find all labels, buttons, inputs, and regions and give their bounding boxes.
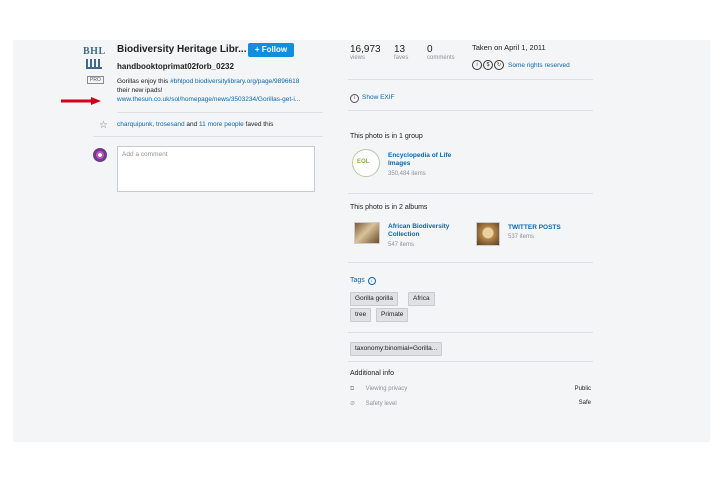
- star-icon[interactable]: ☆: [99, 120, 108, 131]
- license-link[interactable]: Some rights reserved: [508, 62, 570, 69]
- faves-stat: 13 faves: [394, 44, 408, 61]
- owner-avatar[interactable]: BHL: [83, 46, 105, 69]
- description-link[interactable]: #bhlpod biodiversitylibrary.org/page/989…: [170, 78, 299, 85]
- album-title-link[interactable]: TWITTER POSTS: [508, 224, 561, 232]
- comments-stat: 0 comments: [427, 44, 455, 61]
- faved-by-text: charquipunk, trosesand and 11 more peopl…: [117, 121, 273, 128]
- tags-label: Tags: [350, 277, 365, 284]
- license-info[interactable]: i $ ↻ Some rights reserved: [472, 60, 570, 70]
- comments-count: 0: [427, 44, 433, 55]
- bhl-logo-text: BHL: [83, 46, 106, 57]
- album-thumbnail[interactable]: [476, 222, 500, 246]
- divider: [348, 262, 593, 263]
- description-url-link[interactable]: www.thesun.co.uk/sol/homepage/news/35032…: [117, 96, 300, 103]
- groups-heading: This photo is in 1 group: [350, 133, 423, 140]
- eol-logo-text: EOL: [357, 159, 370, 165]
- follow-button[interactable]: + Follow: [248, 43, 294, 57]
- divider: [93, 136, 323, 137]
- views-count: 16,973: [350, 44, 381, 55]
- additional-info-heading: Additional info: [350, 370, 394, 377]
- photo-page-panel: BHL PRO Biodiversity Heritage Libr... + …: [13, 40, 710, 442]
- viewing-privacy-row: ⧉ Viewing privacy Public: [350, 386, 593, 393]
- divider: [348, 361, 593, 362]
- cc-by-icon: i: [472, 60, 482, 70]
- red-arrow-annotation: [61, 97, 101, 105]
- views-label: views: [350, 55, 366, 61]
- checkmark-circle-icon: ⊘: [350, 401, 356, 407]
- viewing-privacy-label: Viewing privacy: [365, 386, 408, 392]
- show-exif-label: Show EXIF: [362, 94, 395, 101]
- divider: [117, 112, 323, 113]
- faved-and-text: and: [184, 121, 200, 128]
- album-title-link[interactable]: African Biodiversity Collection: [388, 223, 458, 239]
- add-comment-field[interactable]: Add a comment: [117, 146, 315, 192]
- faved-more-link[interactable]: 11 more people: [199, 121, 244, 128]
- left-column: BHL PRO Biodiversity Heritage Libr... + …: [13, 40, 343, 442]
- divider: [348, 110, 593, 111]
- books-icon: [86, 59, 102, 69]
- info-icon[interactable]: i: [367, 277, 376, 285]
- tag-chip[interactable]: Africa: [408, 292, 435, 306]
- comments-label: comments: [427, 55, 455, 61]
- taken-date: Taken on April 1, 2011: [472, 43, 546, 52]
- tag-chip[interactable]: Gorilla gorilla: [350, 292, 398, 306]
- safety-level-label: Safety level: [365, 401, 397, 407]
- tag-chip[interactable]: Primate: [376, 308, 409, 322]
- divider: [348, 79, 593, 80]
- group-thumbnail[interactable]: EOL: [352, 149, 380, 177]
- faved-names-link[interactable]: charquipunk, trosesand: [117, 121, 185, 128]
- safety-level-value: Safe: [578, 400, 591, 406]
- group-item-count: 350,484 items: [388, 171, 426, 177]
- info-icon: i: [350, 94, 359, 103]
- owner-name-link[interactable]: Biodiversity Heritage Libr...: [117, 44, 246, 55]
- tags-heading: Tags i: [350, 277, 376, 285]
- right-column: 16,973 views 13 faves 0 comments Taken o…: [348, 40, 598, 442]
- description-text: Gorillas enjoy this: [117, 78, 171, 85]
- faves-count: 13: [394, 44, 406, 55]
- group-title-link[interactable]: Encyclopedia of Life Images: [388, 152, 468, 168]
- photo-description: Gorillas enjoy this #bhlpod biodiversity…: [117, 77, 317, 104]
- views-stat: 16,973 views: [350, 44, 381, 61]
- album-item-count: 547 items: [388, 242, 415, 248]
- faves-label: faves: [394, 55, 409, 61]
- description-text-2: their new ipads!: [117, 87, 163, 94]
- photo-title: handbooktoprimat02forb_0232: [117, 62, 234, 71]
- machine-tag-chip[interactable]: taxonomy:binomial=Gorilla...: [350, 342, 443, 356]
- divider: [348, 332, 593, 333]
- pro-badge: PRO: [87, 76, 104, 84]
- show-exif-link[interactable]: i Show EXIF: [350, 94, 395, 103]
- safety-level-row: ⊘ Safety level Safe: [350, 400, 593, 407]
- cc-nc-icon: $: [483, 60, 493, 70]
- faved-suffix-text: faved this: [243, 121, 274, 128]
- viewing-privacy-value: Public: [574, 386, 591, 392]
- albums-heading: This photo is in 2 albums: [350, 204, 428, 211]
- privacy-icon: ⧉: [350, 386, 355, 392]
- divider: [348, 193, 593, 194]
- album-item-count: 537 items: [508, 234, 535, 240]
- cc-sa-icon: ↻: [494, 60, 504, 70]
- album-thumbnail[interactable]: [354, 222, 380, 244]
- user-avatar[interactable]: [93, 148, 107, 162]
- tag-chip[interactable]: tree: [350, 308, 372, 322]
